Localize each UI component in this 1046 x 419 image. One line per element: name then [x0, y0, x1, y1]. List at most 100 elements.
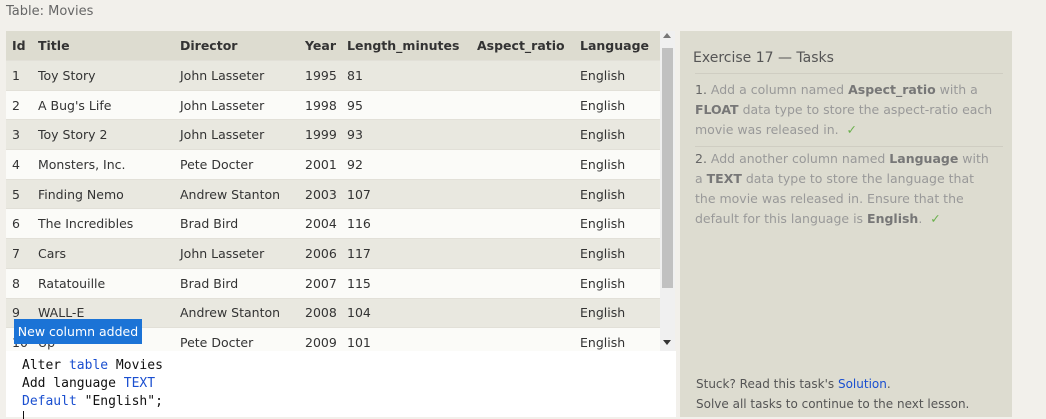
- editor-line-2: Add language TEXT: [22, 376, 155, 391]
- task-text: Add a column named: [706, 82, 849, 97]
- table-cell: 1: [6, 60, 32, 91]
- task-text: .: [918, 211, 923, 226]
- table-cell: 2004: [299, 208, 341, 239]
- code-keyword: TEXT: [123, 376, 156, 391]
- task-bold: English: [867, 211, 919, 226]
- table-cell: English: [574, 149, 660, 180]
- table-cell: 8: [6, 267, 32, 298]
- table-cell: Pete Docter: [174, 327, 299, 351]
- table-cell: Ratatouille: [32, 267, 174, 298]
- table-cell: 2001: [299, 149, 341, 180]
- column-header: Year: [299, 31, 341, 61]
- table-cell: 5: [6, 178, 32, 209]
- solution-link[interactable]: Solution: [838, 377, 887, 391]
- scroll-down-arrow-icon[interactable]: [663, 340, 671, 345]
- table-cell: 1998: [299, 89, 341, 120]
- table-cell: 104: [341, 297, 471, 328]
- task-bold: Language: [889, 151, 959, 166]
- table-cell: Andrew Stanton: [174, 178, 299, 209]
- scroll-thumb[interactable]: [662, 48, 673, 288]
- table-cell: English: [574, 238, 660, 269]
- table-cell: 3: [6, 119, 32, 150]
- table-row: 8 Ratatouille Brad Bird 2007 115 English: [6, 267, 660, 298]
- column-header: Id: [6, 31, 32, 61]
- table-cell: Finding Nemo: [32, 178, 174, 209]
- table-cell: 107: [341, 178, 471, 209]
- tasks-divider: [695, 146, 1003, 147]
- task-bold: FLOAT: [695, 102, 739, 117]
- table-cell: English: [574, 119, 660, 150]
- table-body: 1 Toy Story John Lasseter 1995 81 English 2 A B…: [6, 60, 660, 351]
- stuck-hint: Stuck? Read this task's Solution.: [696, 377, 891, 391]
- table-cell: 1999: [299, 119, 341, 150]
- table-cell: 7: [6, 238, 32, 269]
- task-text: data type to store the aspect-ratio each…: [695, 102, 993, 137]
- task-number: 1.: [695, 82, 707, 97]
- column-header: Language: [574, 31, 660, 61]
- table-cell: [471, 89, 574, 120]
- table-cell: English: [574, 327, 660, 351]
- scroll-up-arrow-icon[interactable]: [663, 33, 671, 38]
- column-header: Title: [32, 31, 174, 61]
- table-cell: 4: [6, 149, 32, 180]
- table-cell: 81: [341, 60, 471, 91]
- table-cell: English: [574, 297, 660, 328]
- table-header-row: Id Title Director Year Length_minutes Aspect_…: [6, 31, 660, 61]
- sql-editor[interactable]: Alter table Movies Add language TEXT Def…: [6, 351, 676, 419]
- task-bold: TEXT: [706, 171, 742, 186]
- table-cell: English: [574, 208, 660, 239]
- tasks-divider: [695, 73, 1003, 74]
- table-cell: 116: [341, 208, 471, 239]
- table-row: 3 Toy Story 2 John Lasseter 1999 93 English: [6, 119, 660, 150]
- results-table-container: Id Title Director Year Length_minutes Aspect_…: [6, 31, 676, 351]
- table-row: 2A Bug's Life John Lasseter 1998 95 English: [6, 89, 660, 120]
- code-token: Alter: [22, 358, 69, 373]
- table-cell: [471, 178, 574, 209]
- table-cell: Toy Story: [32, 60, 174, 91]
- task-2: 2. Add another column named Language wit…: [695, 149, 995, 229]
- table-cell: 92: [341, 149, 471, 180]
- table-cell: [471, 119, 574, 150]
- task-text: with a: [935, 82, 978, 97]
- table-cell: 1995: [299, 60, 341, 91]
- tasks-title: Exercise 17 — Tasks: [693, 50, 834, 66]
- table-cell: Brad Bird: [174, 208, 299, 239]
- table-cell: [471, 297, 574, 328]
- table-scrollbar[interactable]: [660, 31, 675, 351]
- table-cell: English: [574, 178, 660, 209]
- code-string: "English";: [76, 394, 163, 409]
- table-cell: 2008: [299, 297, 341, 328]
- table-cell: Andrew Stanton: [174, 297, 299, 328]
- table-cell: 2009: [299, 327, 341, 351]
- editor-line-1: Alter table Movies: [22, 358, 163, 373]
- table-cell: English: [574, 267, 660, 298]
- task-number: 2.: [695, 151, 707, 166]
- table-cell: Monsters, Inc.: [32, 149, 174, 180]
- table-cell: English: [574, 60, 660, 91]
- table-cell: Pete Docter: [174, 149, 299, 180]
- table-cell: 2007: [299, 267, 341, 298]
- table-label: Table: Movies: [6, 4, 94, 19]
- table-cell: 117: [341, 238, 471, 269]
- table-row: 5 Finding Nemo Andrew Stanton 2003 107 Englis…: [6, 178, 660, 209]
- table-cell: [471, 208, 574, 239]
- table-cell: 115: [341, 267, 471, 298]
- table-row: 4 Monsters, Inc. Pete Docter 2001 92 English: [6, 149, 660, 180]
- column-header: Length_minutes: [341, 31, 471, 61]
- table-cell: [471, 238, 574, 269]
- table-cell: Toy Story 2: [32, 119, 174, 150]
- table-cell: 101: [341, 327, 471, 351]
- column-header: Director: [174, 31, 299, 61]
- stuck-text: Stuck? Read this task's: [696, 377, 838, 391]
- table-cell: English: [574, 89, 660, 120]
- table-cell: [471, 149, 574, 180]
- table-row: 7 Cars John Lasseter 2006 117 English: [6, 238, 660, 269]
- table-cell: John Lasseter: [174, 238, 299, 269]
- table-cell: A Bug's Life: [32, 89, 174, 120]
- results-table: Id Title Director Year Length_minutes Aspect_…: [6, 31, 660, 351]
- table-cell: 6: [6, 208, 32, 239]
- table-cell: 2: [6, 89, 32, 120]
- check-icon: ✓: [846, 122, 858, 137]
- table-cell: [471, 60, 574, 91]
- table-cell: The Incredibles: [32, 208, 174, 239]
